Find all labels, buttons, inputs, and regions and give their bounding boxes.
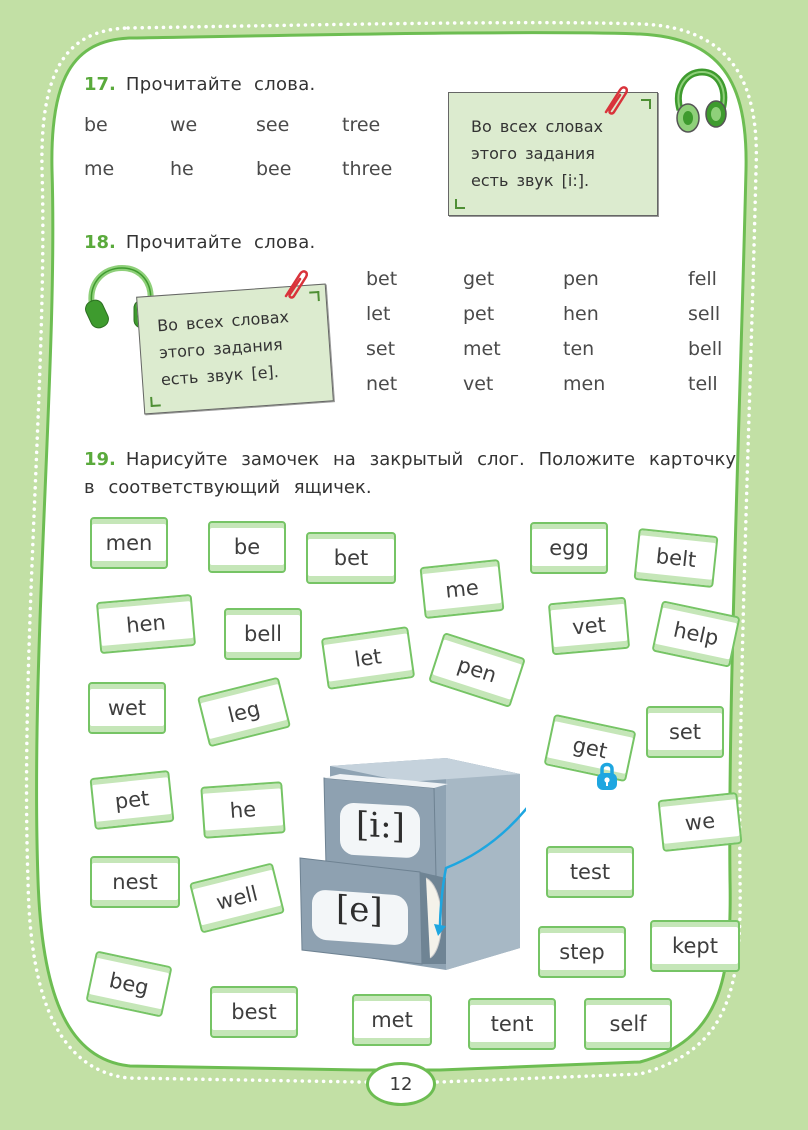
word-card-be[interactable]: be	[208, 521, 286, 573]
note-line: есть звук [i:].	[471, 171, 590, 190]
drawer-label-e: [e]	[336, 888, 383, 932]
word: he	[170, 158, 194, 180]
exercise-number: 19.	[84, 449, 116, 470]
word: tell	[688, 373, 718, 395]
card-word: test	[569, 860, 611, 884]
word-card-nest[interactable]: nest	[90, 856, 180, 908]
card-word: met	[371, 1008, 413, 1032]
exercise-17-heading: 17. Прочитайте слова.	[84, 74, 316, 95]
exercise-number: 18.	[84, 232, 116, 253]
word: sell	[688, 303, 721, 325]
word: men	[563, 373, 606, 395]
lock-icon	[597, 762, 617, 790]
word-card-bell[interactable]: bell	[224, 608, 302, 660]
card-word: belt	[654, 543, 698, 573]
word: hen	[563, 303, 599, 325]
card-word: we	[683, 808, 717, 836]
drawer-label-long-i: [i:]	[356, 804, 405, 848]
word: bet	[366, 268, 398, 290]
card-word: tent	[490, 1012, 534, 1036]
card-word: bet	[333, 546, 369, 570]
card-word: be	[233, 535, 261, 559]
card-word: vet	[571, 612, 607, 640]
word: vet	[463, 373, 494, 395]
word: met	[463, 338, 501, 360]
word: tree	[342, 114, 381, 136]
exercise-number: 17.	[84, 74, 116, 95]
paperclip-icon	[604, 86, 628, 115]
exercise-18-heading: 18. Прочитайте слова.	[84, 232, 316, 253]
card-word: beg	[107, 968, 151, 1000]
word-card-he[interactable]: he	[200, 781, 286, 839]
word: bell	[688, 338, 723, 360]
card-word: nest	[112, 870, 158, 894]
word: be	[84, 114, 108, 136]
word-card-set[interactable]: set	[646, 706, 724, 758]
word-card-tent[interactable]: tent	[468, 998, 556, 1050]
word-card-me[interactable]: me	[419, 558, 505, 620]
card-word: step	[559, 940, 605, 964]
word: let	[366, 303, 391, 325]
word-card-bet[interactable]: bet	[306, 532, 396, 584]
card-word: pen	[454, 652, 500, 688]
card-word: set	[668, 720, 702, 744]
word: see	[256, 114, 290, 136]
word-card-test[interactable]: test	[546, 846, 634, 898]
card-word: egg	[549, 536, 589, 560]
word-card-belt[interactable]: belt	[633, 527, 719, 589]
word-card-met[interactable]: met	[352, 994, 432, 1046]
card-word: help	[671, 617, 721, 651]
headphones-icon	[675, 68, 728, 133]
word-card-vet[interactable]: vet	[547, 596, 631, 656]
word-card-step[interactable]: step	[538, 926, 626, 978]
exercise-19-heading: 19. Нарисуйте замочек на закрытый слог. П…	[84, 446, 736, 502]
card-word: let	[352, 644, 384, 672]
card-word: leg	[225, 696, 263, 728]
word: ten	[563, 338, 595, 360]
exercise-title: Прочитайте слова.	[125, 74, 316, 95]
word-card-self[interactable]: self	[584, 998, 672, 1050]
word: pet	[463, 303, 495, 325]
word-card-kept[interactable]: kept	[650, 920, 740, 972]
card-word: best	[231, 1000, 277, 1024]
note-line: этого задания	[471, 144, 595, 163]
card-word: hen	[125, 610, 167, 638]
word: get	[463, 268, 495, 290]
exercise-title: Прочитайте слова.	[125, 232, 316, 253]
word-card-hen[interactable]: hen	[95, 593, 197, 655]
card-word: well	[213, 881, 261, 915]
word-card-men[interactable]: men	[90, 517, 168, 569]
card-word: kept	[672, 934, 718, 958]
word: net	[366, 373, 398, 395]
word-card-egg[interactable]: egg	[530, 522, 608, 574]
card-word: bell	[244, 622, 282, 646]
word-card-best[interactable]: best	[210, 986, 298, 1038]
word: bee	[256, 158, 292, 180]
word-card-wet[interactable]: wet	[88, 682, 166, 734]
paperclip-icon	[284, 270, 308, 299]
exercise-instruction: Нарисуйте замочек на закрытый слог. Поло…	[84, 449, 736, 498]
card-word: pet	[113, 786, 151, 814]
card-word: get	[570, 732, 610, 764]
word: pen	[563, 268, 599, 290]
word-card-pet[interactable]: pet	[89, 769, 175, 831]
card-word: wet	[107, 696, 147, 720]
card-word: he	[229, 797, 257, 823]
word: fell	[688, 268, 717, 290]
exercise-18-note: Во всех словах этого задания есть звук […	[136, 283, 334, 415]
word: three	[342, 158, 393, 180]
word-card-we[interactable]: we	[657, 791, 743, 853]
card-word: self	[609, 1012, 647, 1036]
filing-cabinet-illustration	[299, 758, 526, 970]
card-word: men	[105, 531, 153, 555]
page-number: 12	[366, 1062, 436, 1106]
word: me	[84, 158, 115, 180]
word: set	[366, 338, 396, 360]
word: we	[170, 114, 198, 136]
card-word: me	[444, 575, 480, 603]
